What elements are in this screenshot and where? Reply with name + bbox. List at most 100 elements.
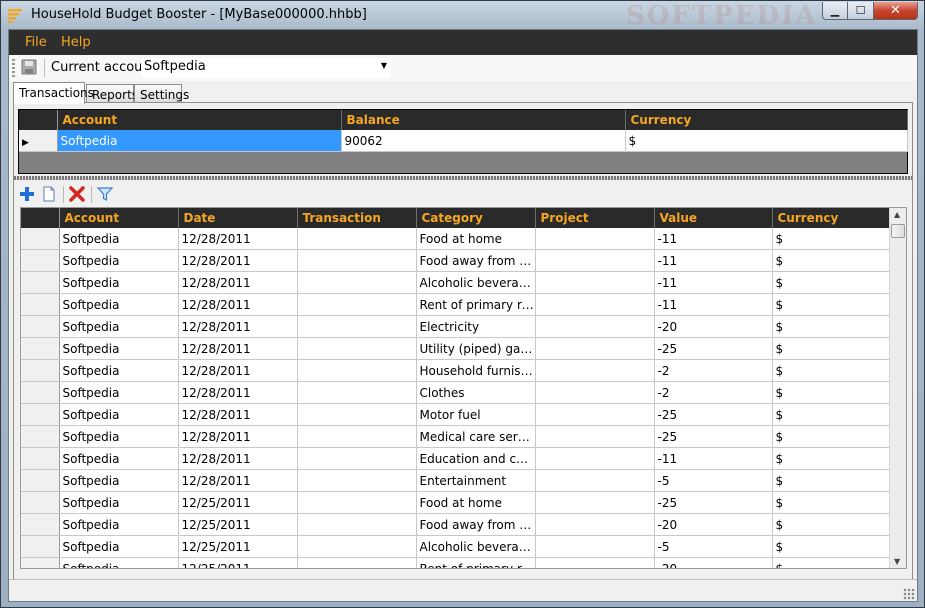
row-header[interactable] [21, 403, 60, 426]
category-cell[interactable]: Education and comm... [416, 447, 536, 470]
row-header[interactable] [21, 535, 60, 558]
maximize-button[interactable]: ☐ [848, 2, 874, 20]
currency-cell[interactable]: $ [772, 381, 891, 404]
value-cell[interactable]: -20 [654, 315, 773, 338]
project-cell[interactable] [535, 425, 655, 448]
currency-cell[interactable]: $ [772, 271, 891, 294]
account-cell[interactable]: Softpedia [59, 491, 179, 514]
date-cell[interactable]: 12/28/2011 [178, 359, 298, 382]
value-cell[interactable]: -11 [654, 293, 773, 316]
value-cell[interactable]: -2 [654, 359, 773, 382]
column-header-transaction[interactable]: Transaction [297, 208, 417, 228]
transaction-cell[interactable] [297, 293, 417, 316]
project-cell[interactable] [535, 359, 655, 382]
transaction-cell[interactable] [297, 469, 417, 492]
column-header-project[interactable]: Project [535, 208, 655, 228]
category-cell[interactable]: Alcoholic beverages [416, 271, 536, 294]
row-header[interactable] [21, 228, 60, 250]
table-row[interactable]: Softpedia12/28/2011 Medical care services… [21, 425, 891, 448]
category-cell[interactable]: Medical care services [416, 425, 536, 448]
column-header-value[interactable]: Value [654, 208, 773, 228]
title-bar[interactable]: HouseHold Budget Booster - [MyBase000000… [1, 1, 924, 31]
currency-cell[interactable]: $ [772, 557, 891, 568]
currency-cell[interactable]: $ [772, 293, 891, 316]
date-cell[interactable]: 12/28/2011 [178, 271, 298, 294]
category-cell[interactable]: Rent of primary reside... [416, 293, 536, 316]
category-cell[interactable]: Household furnishing... [416, 359, 536, 382]
account-cell[interactable]: Softpedia [59, 469, 179, 492]
currency-cell[interactable]: $ [772, 535, 891, 558]
column-header-currency[interactable]: Currency [625, 110, 908, 130]
account-cell[interactable]: Softpedia [59, 337, 179, 360]
value-cell[interactable]: -11 [654, 228, 773, 250]
column-header-currency[interactable]: Currency [772, 208, 891, 228]
transaction-cell[interactable] [297, 403, 417, 426]
table-row[interactable]: Softpedia 12/28/2011 Clothes -2 $ [21, 381, 891, 404]
resize-grip-icon[interactable] [903, 588, 915, 600]
column-header-account[interactable]: Account [57, 110, 342, 130]
value-cell[interactable]: -2 [654, 381, 773, 404]
row-header[interactable] [21, 557, 60, 568]
category-cell[interactable]: Entertainment [416, 469, 536, 492]
account-cell[interactable]: Softpedia [59, 447, 179, 470]
column-header-date[interactable]: Date [178, 208, 298, 228]
row-header[interactable] [21, 469, 60, 492]
date-cell[interactable]: 12/25/2011 [178, 557, 298, 568]
transaction-cell[interactable] [297, 359, 417, 382]
value-cell[interactable]: -11 [654, 271, 773, 294]
account-cell[interactable]: Softpedia [59, 359, 179, 382]
currency-cell[interactable]: $ [625, 130, 908, 152]
category-cell[interactable]: Food away from home [416, 249, 536, 272]
row-header[interactable] [21, 381, 60, 404]
table-row[interactable]: Softpedia12/25/2011 Rent of primary resid… [21, 557, 891, 568]
row-header[interactable]: ▶ [19, 130, 58, 152]
table-row[interactable]: Softpedia12/28/2011 Household furnishing.… [21, 359, 891, 382]
project-cell[interactable] [535, 535, 655, 558]
account-cell[interactable]: Softpedia [57, 130, 342, 152]
currency-cell[interactable]: $ [772, 249, 891, 272]
grid-splitter[interactable] [14, 176, 912, 180]
project-cell[interactable] [535, 557, 655, 568]
tab-settings[interactable]: Settings [134, 84, 189, 103]
account-cell[interactable]: Softpedia [59, 271, 179, 294]
minimize-button[interactable]: ▁ [822, 2, 848, 20]
currency-cell[interactable]: $ [772, 359, 891, 382]
table-row[interactable]: Softpedia 12/25/2011 Food at home -25 $ [21, 491, 891, 514]
currency-cell[interactable]: $ [772, 447, 891, 470]
date-cell[interactable]: 12/28/2011 [178, 469, 298, 492]
category-cell[interactable]: Rent of primary reside... [416, 557, 536, 568]
filter-icon[interactable] [96, 185, 114, 203]
table-row[interactable]: Softpedia12/28/2011 Utility (piped) gas s… [21, 337, 891, 360]
value-cell[interactable]: -11 [654, 447, 773, 470]
delete-icon[interactable] [68, 185, 86, 203]
row-header[interactable] [21, 491, 60, 514]
category-cell[interactable]: Food at home [416, 228, 536, 250]
account-cell[interactable]: Softpedia [59, 557, 179, 568]
value-cell[interactable]: -20 [654, 557, 773, 568]
accounts-row[interactable]: ▶ Softpedia 90062 $ [19, 130, 908, 152]
transaction-cell[interactable] [297, 425, 417, 448]
table-row[interactable]: Softpedia 12/28/2011 Electricity -20 $ [21, 315, 891, 338]
tab-transactions[interactable]: Transactions [13, 82, 94, 104]
account-cell[interactable]: Softpedia [59, 513, 179, 536]
project-cell[interactable] [535, 337, 655, 360]
currency-cell[interactable]: $ [772, 469, 891, 492]
table-row[interactable]: Softpedia12/28/2011 Rent of primary resid… [21, 293, 891, 316]
transaction-cell[interactable] [297, 315, 417, 338]
value-cell[interactable]: -5 [654, 469, 773, 492]
project-cell[interactable] [535, 469, 655, 492]
category-cell[interactable]: Food at home [416, 491, 536, 514]
row-header[interactable] [21, 337, 60, 360]
table-row[interactable]: Softpedia 12/28/2011 Food at home -11 $ [21, 228, 891, 250]
column-header-balance[interactable]: Balance [341, 110, 626, 130]
menu-file[interactable]: File [25, 35, 47, 50]
new-document-icon[interactable] [40, 185, 58, 203]
date-cell[interactable]: 12/28/2011 [178, 337, 298, 360]
table-row[interactable]: Softpedia 12/25/2011 Alcoholic beverages -5… [21, 535, 891, 558]
transaction-cell[interactable] [297, 249, 417, 272]
project-cell[interactable] [535, 447, 655, 470]
project-cell[interactable] [535, 271, 655, 294]
account-cell[interactable]: Softpedia [59, 315, 179, 338]
transaction-cell[interactable] [297, 513, 417, 536]
transaction-cell[interactable] [297, 535, 417, 558]
